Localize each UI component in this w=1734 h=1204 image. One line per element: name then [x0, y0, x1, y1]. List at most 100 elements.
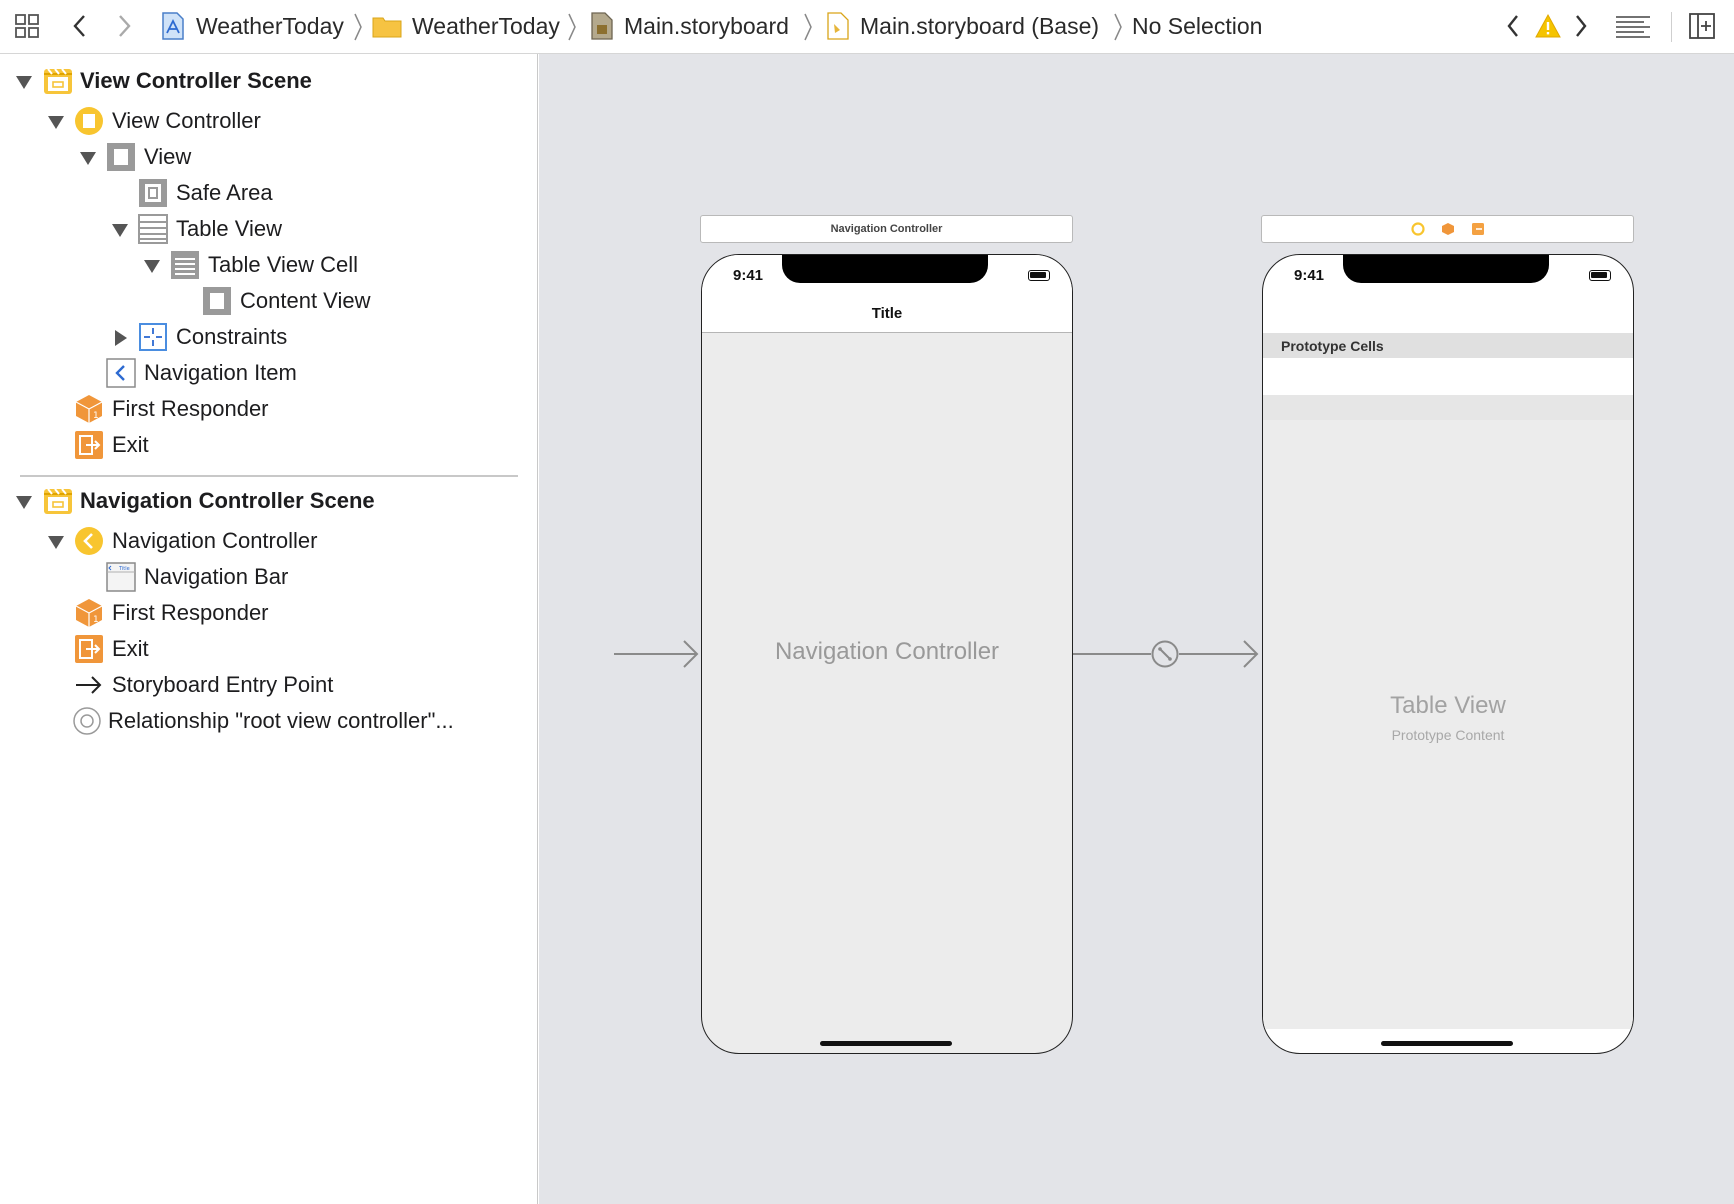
folder-icon [372, 17, 402, 38]
prototype-cell[interactable] [1263, 358, 1633, 395]
outline-row-relationship[interactable]: Relationship "root view controller"... [108, 704, 454, 738]
outline-row-exit[interactable]: Exit [112, 632, 149, 666]
disclosure-open-icon[interactable] [14, 72, 34, 92]
outline-row-table-view[interactable]: Table View [176, 212, 282, 246]
table-footer-band [1263, 395, 1633, 420]
status-time: 9:41 [1294, 267, 1325, 284]
storyboard-base-icon [827, 12, 849, 40]
breadcrumb-label: WeatherToday [196, 12, 344, 39]
scene-divider [20, 475, 518, 477]
home-indicator [1381, 1041, 1513, 1046]
outline-row-constraints[interactable]: Constraints [176, 320, 287, 354]
breadcrumb-label: Main.storyboard (Base) [860, 12, 1100, 39]
first-responder-icon: 1 [75, 599, 103, 627]
outline-row-label: Navigation Bar [144, 564, 289, 589]
disclosure-open-icon[interactable] [78, 148, 98, 168]
breadcrumb-label: No Selection [1132, 12, 1263, 39]
status-time: 9:41 [733, 267, 764, 284]
outline-row-table-view-cell[interactable]: Table View Cell [208, 248, 358, 282]
outline-row-navigation-controller[interactable]: Navigation Controller [112, 524, 317, 558]
view-controller-icon [75, 107, 103, 135]
view-icon [107, 143, 135, 171]
outline-row-safe-area[interactable]: Safe Area [176, 176, 273, 210]
outline-row-view[interactable]: View [144, 140, 191, 174]
view-controller-dot-icon[interactable] [1410, 222, 1425, 236]
back-chevron-icon[interactable] [70, 0, 90, 52]
outline-row-label: Table View Cell [208, 252, 359, 277]
constraints-icon [139, 323, 167, 351]
issue-prev-icon[interactable] [1504, 0, 1522, 52]
navigation-controller-device[interactable]: 9:41 Title Navigation Controller [701, 254, 1073, 1054]
breadcrumb-storyboard[interactable]: Main.storyboard [590, 0, 789, 52]
breadcrumb-project[interactable]: WeatherToday [160, 0, 344, 52]
exit-dot-icon[interactable] [1471, 222, 1485, 236]
outline-row-label: First Responder [112, 600, 269, 625]
outline-row-label: Safe Area [176, 180, 273, 205]
storyboard-canvas[interactable]: Navigation Controller 9:41 Title Navigat… [539, 54, 1734, 1204]
disclosure-open-icon[interactable] [142, 256, 162, 276]
view-icon [203, 287, 231, 315]
outline-row-content-view[interactable]: Content View [240, 284, 370, 318]
disclosure-open-icon[interactable] [46, 532, 66, 552]
breadcrumb-label: WeatherToday [412, 12, 560, 39]
prototype-cells-header: Prototype Cells [1263, 333, 1633, 358]
outline-row-view-controller[interactable]: View Controller [112, 104, 261, 138]
first-responder-dot-icon[interactable] [1441, 222, 1455, 236]
outline-row-label: Exit [112, 636, 149, 661]
app-project-icon [162, 12, 184, 40]
outline-row-navigation-item[interactable]: Navigation Item [144, 356, 297, 390]
outline-row-first-responder[interactable]: First Responder [112, 596, 269, 630]
navigation-item-icon [106, 358, 136, 388]
outline-row-label: Navigation Item [144, 360, 297, 385]
outline-row-label: Constraints [176, 324, 288, 349]
outline-row-view-controller-scene[interactable]: View Controller Scene [80, 64, 312, 98]
table-view-placeholder-subtitle: Prototype Content [1391, 727, 1505, 743]
outline-row-label: Exit [112, 432, 149, 457]
related-items-grid-icon[interactable] [14, 0, 42, 52]
table-view[interactable]: Prototype Cells Table View Prototype Con… [1263, 333, 1633, 1029]
navigation-bar-icon: Title [106, 562, 136, 592]
device-notch [782, 255, 988, 283]
outline-row-label: First Responder [112, 396, 269, 421]
scene-dock-navigation-controller[interactable]: Navigation Controller [700, 215, 1073, 243]
outline-row-exit[interactable]: Exit [112, 428, 149, 462]
scene-dock-label: Navigation Controller [830, 223, 943, 235]
table-view-icon [138, 214, 168, 244]
outline-row-label: View Controller [112, 108, 261, 133]
outline-row-label: Content View [240, 288, 371, 313]
breadcrumb-label: Main.storyboard [624, 12, 789, 39]
breadcrumb-storyboard-base[interactable]: Main.storyboard (Base) [826, 0, 1099, 52]
breadcrumb-selection[interactable]: No Selection [1132, 0, 1262, 52]
breadcrumb-separator-icon [1114, 13, 1122, 41]
navigation-controller-placeholder: Navigation Controller [774, 638, 1000, 665]
disclosure-closed-icon[interactable] [110, 328, 130, 348]
forward-chevron-icon[interactable] [114, 0, 134, 52]
nav-title: Title [871, 305, 903, 322]
disclosure-open-icon[interactable] [46, 112, 66, 132]
outline-row-first-responder[interactable]: First Responder [112, 392, 269, 426]
safe-area-icon [139, 179, 167, 207]
battery-icon [1028, 270, 1050, 281]
outline-row-navigation-bar[interactable]: Navigation Bar [144, 560, 288, 594]
navigation-controller-icon [75, 527, 103, 555]
svg-text:Title: Title [118, 566, 130, 572]
breadcrumb-folder[interactable]: WeatherToday [372, 0, 560, 52]
table-cell-icon [171, 251, 199, 279]
warning-icon[interactable] [1534, 0, 1562, 52]
add-editor-icon[interactable] [1688, 0, 1716, 52]
document-outline: View Controller Scene View Controller Vi… [0, 54, 538, 1204]
table-view-controller-device[interactable]: 9:41 Prototype Cells Table View Prototyp… [1262, 254, 1634, 1054]
editor-options-icon[interactable] [1614, 0, 1652, 52]
outline-row-label: Navigation Controller Scene [80, 488, 375, 513]
disclosure-open-icon[interactable] [110, 220, 130, 240]
disclosure-open-icon[interactable] [14, 492, 34, 512]
home-indicator [820, 1041, 952, 1046]
scene-dock-view-controller[interactable] [1261, 215, 1634, 243]
outline-row-label: Relationship "root view controller"... [108, 708, 454, 733]
outline-row-storyboard-entry-point[interactable]: Storyboard Entry Point [112, 668, 333, 702]
scene-icon [44, 488, 72, 514]
issue-next-icon[interactable] [1572, 0, 1590, 52]
relationship-icon [73, 707, 101, 735]
exit-icon [75, 635, 103, 663]
outline-row-navigation-controller-scene[interactable]: Navigation Controller Scene [80, 484, 375, 518]
